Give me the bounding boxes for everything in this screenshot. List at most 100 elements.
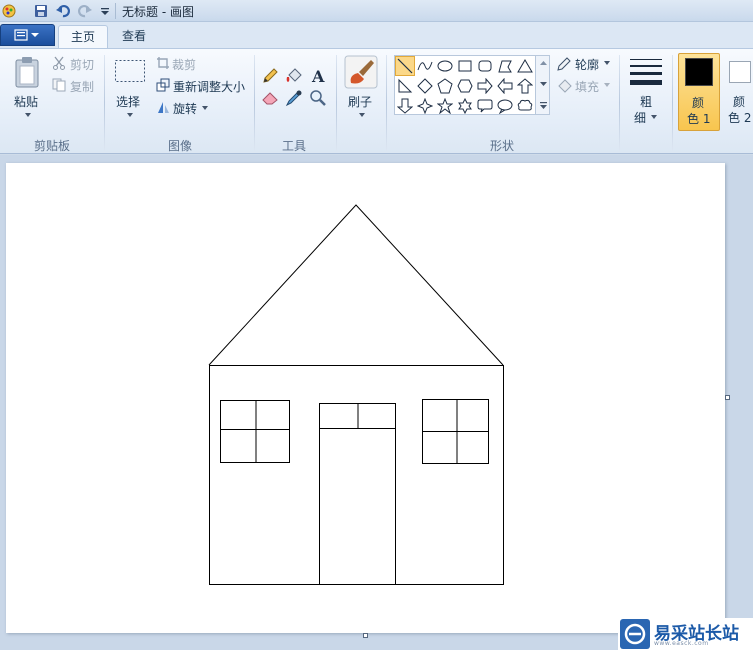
curve-shape-icon[interactable] [415, 56, 435, 76]
rounded-rectangle-shape-icon[interactable] [475, 56, 495, 76]
diamond-shape-icon[interactable] [415, 76, 435, 96]
ribbon: 粘贴 剪切 复制 剪贴板 选择 裁剪 重新调整大小 旋转 图像 A 工具 刷子 … [0, 48, 753, 154]
fill-dropdown-icon [603, 82, 611, 88]
color-picker-icon[interactable] [284, 88, 304, 108]
five-point-star-shape-icon[interactable] [435, 96, 455, 116]
oval-shape-icon[interactable] [435, 56, 455, 76]
brush-icon[interactable] [344, 55, 378, 89]
text-icon[interactable]: A [308, 66, 328, 86]
resize-button[interactable]: 重新调整大小 [173, 78, 245, 95]
fill-icon [556, 78, 572, 94]
select-dropdown-icon[interactable] [126, 112, 134, 118]
resize-icon [156, 78, 170, 92]
clipboard-group-label: 剪贴板 [33, 139, 70, 153]
undo-icon[interactable] [54, 2, 72, 20]
copy-button[interactable]: 复制 [70, 78, 94, 95]
scissors-icon [52, 56, 66, 70]
color2-swatch [729, 61, 751, 83]
scroll-down-icon[interactable] [538, 80, 548, 88]
rotate-dropdown-icon[interactable] [201, 105, 209, 111]
paint-menu-button[interactable] [0, 24, 55, 46]
crop-button[interactable]: 裁剪 [172, 56, 196, 73]
scroll-up-icon[interactable] [538, 59, 548, 67]
tab-view[interactable]: 查看 [110, 25, 158, 48]
svg-text:A: A [311, 67, 325, 85]
shapes-scrollbar[interactable] [536, 55, 550, 115]
brush-button[interactable]: 刷子 [348, 93, 372, 110]
pentagon-shape-icon[interactable] [435, 76, 455, 96]
triangle-shape-icon[interactable] [515, 56, 535, 76]
canvas-resize-handle-right[interactable] [725, 395, 730, 400]
group-separator [254, 55, 255, 151]
color2-button[interactable]: 颜 色 2 [723, 53, 753, 131]
size-label-bottom[interactable]: 细 [634, 109, 646, 126]
select-icon[interactable] [114, 59, 146, 83]
color1-label-bottom: 色 1 [687, 112, 711, 126]
left-arrow-shape-icon[interactable] [495, 76, 515, 96]
save-icon[interactable] [32, 2, 50, 20]
group-separator [386, 55, 387, 151]
magnifier-icon[interactable] [308, 88, 328, 108]
fill-button[interactable]: 填充 [575, 78, 599, 95]
group-separator [672, 55, 673, 151]
window-title: 无标题 - 画图 [122, 5, 194, 19]
image-group-label: 图像 [167, 139, 192, 153]
color1-label-top: 颜 [692, 96, 705, 110]
hexagon-shape-icon[interactable] [455, 76, 475, 96]
shapes-gallery [394, 55, 536, 115]
paste-dropdown-icon[interactable] [24, 112, 32, 118]
down-arrow-shape-icon[interactable] [395, 96, 415, 116]
drawing-canvas[interactable] [6, 163, 725, 633]
customize-toolbar-icon[interactable] [96, 2, 114, 20]
cloud-callout-shape-icon[interactable] [515, 96, 535, 116]
pencil-icon[interactable] [260, 66, 280, 86]
tools-group-label: 工具 [281, 139, 306, 153]
size-label-top[interactable]: 粗 [640, 93, 652, 110]
rounded-callout-shape-icon[interactable] [475, 96, 495, 116]
color2-label-bottom: 色 2 [728, 111, 752, 125]
title-divider [115, 3, 116, 19]
house-drawing [208, 204, 504, 585]
redo-icon[interactable] [76, 2, 94, 20]
right-triangle-shape-icon[interactable] [395, 76, 415, 96]
four-point-star-shape-icon[interactable] [415, 96, 435, 116]
paste-button[interactable]: 粘贴 [14, 93, 38, 110]
door-outline [319, 403, 396, 585]
left-window-outline [220, 400, 290, 463]
six-point-star-shape-icon[interactable] [455, 96, 475, 116]
rectangle-shape-icon[interactable] [455, 56, 475, 76]
paste-icon[interactable] [12, 55, 42, 89]
ribbon-tab-row: 主页 查看 [0, 22, 753, 48]
outline-dropdown-icon[interactable] [603, 60, 611, 66]
copy-icon [52, 78, 66, 92]
crop-icon [156, 56, 170, 70]
color2-label-top: 颜 [733, 95, 746, 109]
polygon-shape-icon[interactable] [495, 56, 515, 76]
paint-app-icon[interactable] [0, 2, 18, 20]
rotate-button[interactable]: 旋转 [173, 100, 197, 117]
right-arrow-shape-icon[interactable] [475, 76, 495, 96]
oval-callout-shape-icon[interactable] [495, 96, 515, 116]
house-wall-outline [209, 365, 504, 585]
fill-bucket-icon[interactable] [284, 66, 304, 86]
brush-dropdown-icon[interactable] [358, 112, 366, 118]
color1-swatch [685, 58, 713, 86]
group-separator [619, 55, 620, 151]
up-arrow-shape-icon[interactable] [515, 76, 535, 96]
tab-home[interactable]: 主页 [58, 25, 109, 48]
cut-button[interactable]: 剪切 [70, 56, 94, 73]
size-dropdown-icon[interactable] [650, 114, 658, 120]
canvas-resize-handle-bottom[interactable] [363, 633, 368, 638]
watermark-url: www.easck.com [654, 640, 709, 647]
group-separator [336, 55, 337, 151]
color1-button[interactable]: 颜 色 1 [678, 53, 720, 131]
watermark: 易采站长站 www.easck.com [618, 618, 753, 650]
outline-button[interactable]: 轮廓 [575, 56, 599, 73]
rotate-icon [156, 100, 170, 114]
line-shape-icon[interactable] [395, 56, 415, 76]
group-separator [104, 55, 105, 151]
eraser-icon[interactable] [260, 88, 280, 108]
gallery-expand-icon[interactable] [538, 100, 548, 112]
line-width-icon[interactable] [628, 55, 664, 89]
select-button[interactable]: 选择 [116, 93, 140, 110]
